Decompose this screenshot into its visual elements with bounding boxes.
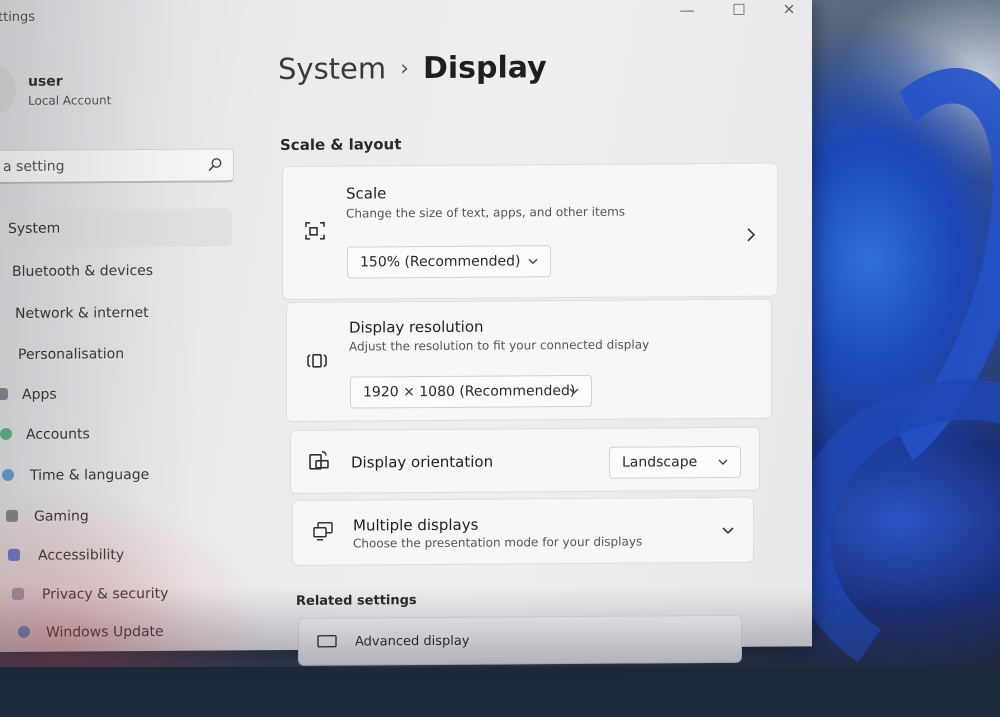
breadcrumb: System › Display [278,50,547,87]
scale-value: 150% (Recommended) [360,253,521,270]
chevron-down-icon[interactable] [721,526,735,536]
globe-icon [2,469,14,481]
multiple-displays-title: Multiple displays [353,516,478,535]
sidebar-item-label: Network & internet [15,305,149,322]
app-title: ttings [0,10,35,25]
multiple-displays-description: Choose the presentation mode for your di… [353,535,642,551]
minimize-button[interactable]: — [664,0,710,23]
display-orientation-card: Display orientation Landscape [290,427,760,494]
gaming-icon [6,510,18,522]
sidebar-item-label: Time & language [30,467,149,484]
sidebar-item-label: Privacy & security [42,586,168,603]
resolution-dropdown[interactable]: 1920 × 1080 (Recommended) [350,375,592,409]
advanced-display-label: Advanced display [355,634,470,650]
close-icon: ✕ [783,0,796,18]
monitor-icon [317,635,337,651]
orientation-icon [307,449,331,473]
maximize-icon: ☐ [732,1,745,19]
accounts-icon [0,428,12,440]
display-resolution-card: Display resolution Adjust the resolution… [286,299,772,422]
sidebar-item-bluetooth[interactable]: Bluetooth & devices [0,251,236,291]
scale-dropdown[interactable]: 150% (Recommended) [347,245,551,278]
sidebar-item-network[interactable]: Network & internet [2,293,238,333]
sidebar-item-personalisation[interactable]: Personalisation [4,334,240,374]
breadcrumb-parent[interactable]: System [278,51,386,86]
sidebar-item-accounts[interactable]: Accounts [6,414,242,454]
close-button[interactable]: ✕ [766,0,812,23]
maximize-button[interactable]: ☐ [716,0,762,23]
sidebar-item-label: Bluetooth & devices [12,263,153,280]
search-box[interactable] [0,148,234,184]
accessibility-icon [8,549,20,561]
scale-card[interactable]: Scale Change the size of text, apps, and… [282,163,778,300]
sidebar-item-time-language[interactable]: Time & language [8,455,244,495]
sidebar-item-label: Accounts [26,426,90,442]
page-title: Display [423,50,547,86]
orientation-value: Landscape [622,454,697,471]
chevron-right-icon[interactable] [745,228,757,242]
apps-icon [0,388,8,400]
multiple-displays-card[interactable]: Multiple displays Choose the presentatio… [292,497,754,566]
update-icon [18,626,30,638]
sidebar-item-apps[interactable]: Apps [4,374,240,414]
title-bar: ttings — ☐ ✕ [0,0,812,32]
orientation-dropdown[interactable]: Landscape [609,446,741,479]
shield-icon [12,588,24,600]
user-name: user [28,74,63,90]
sidebar-item-label: System [8,221,60,237]
sidebar-item-label: Accessibility [38,547,124,564]
chevron-down-icon [528,256,538,266]
sidebar-item-system[interactable]: System [0,208,232,248]
sidebar-item-gaming[interactable]: Gaming [10,496,246,536]
resolution-icon [305,349,329,373]
scale-icon [303,219,327,243]
sidebar-item-label: Gaming [34,508,89,524]
resolution-title: Display resolution [349,318,484,337]
advanced-display-card[interactable]: Advanced display [298,615,742,666]
sidebar-nav: System Bluetooth & devices Network & int… [0,206,240,208]
multiple-displays-icon [311,519,335,543]
search-icon[interactable] [207,156,223,172]
related-settings-title: Related settings [296,593,417,609]
orientation-title: Display orientation [351,453,493,472]
sidebar-item-privacy[interactable]: Privacy & security [14,574,250,614]
section-title: Scale & layout [280,135,401,154]
breadcrumb-separator: › [400,56,409,81]
avatar [0,66,16,114]
search-input[interactable] [1,157,195,176]
minimize-icon: — [680,1,695,19]
resolution-value: 1920 × 1080 (Recommended) [363,383,575,400]
settings-window: ttings — ☐ ✕ user Local Account System B… [0,0,812,652]
chevron-down-icon [569,386,579,396]
resolution-description: Adjust the resolution to fit your connec… [349,337,649,353]
sidebar-item-accessibility[interactable]: Accessibility [12,535,248,575]
sidebar-item-windows-update[interactable]: Windows Update [16,612,252,652]
sidebar-item-label: Personalisation [18,346,124,363]
scale-description: Change the size of text, apps, and other… [346,205,625,221]
sidebar-item-label: Apps [22,387,57,403]
sidebar-item-label: Windows Update [46,624,164,641]
account-type: Local Account [28,93,111,108]
chevron-down-icon [718,457,728,467]
scale-title: Scale [346,184,386,202]
